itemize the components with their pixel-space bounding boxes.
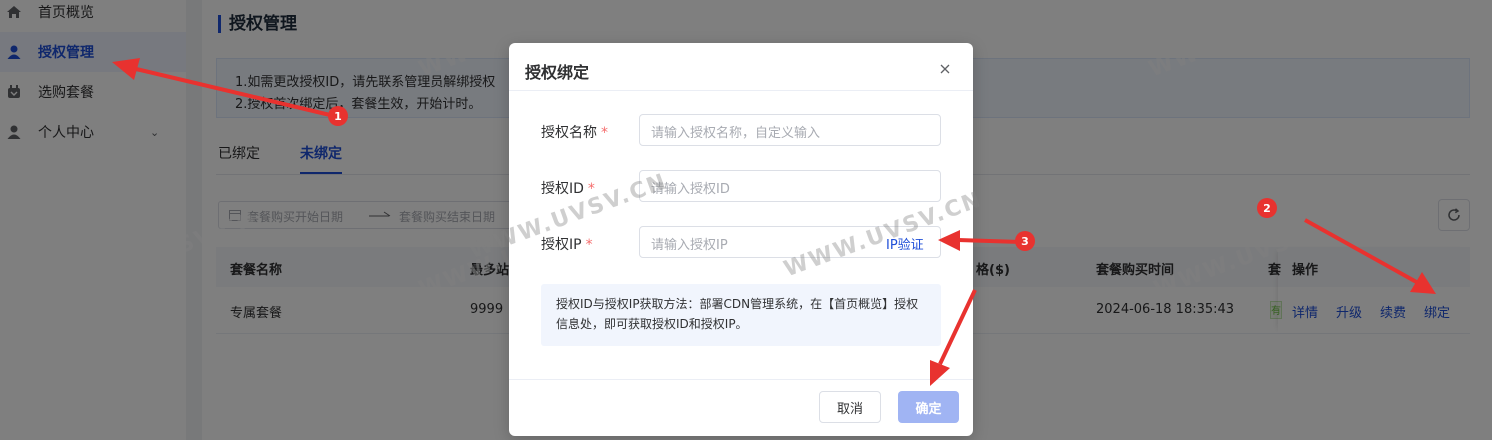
dialog-header-divider [509,90,973,91]
cancel-button[interactable]: 取消 [819,391,881,423]
field-label-text: 授权IP [541,237,582,253]
field-label-text: 授权ID [541,181,584,197]
field-label-license-name: 授权名称 * [541,122,635,142]
input-placeholder: 请输入授权名称，自定义输入 [651,126,821,141]
required-mark: * [587,181,595,197]
field-label-license-ip: 授权IP * [541,234,635,254]
annotation-marker-1: 1 [328,106,348,126]
dialog-title: 授权绑定 [525,63,590,82]
annotation-marker-3: 3 [1015,231,1035,251]
close-icon[interactable] [937,61,953,77]
annotation-marker-2: 2 [1257,198,1277,218]
required-mark: * [601,125,608,141]
confirm-button[interactable]: 确定 [898,391,959,423]
license-name-input[interactable]: 请输入授权名称，自定义输入 [639,114,941,146]
field-label-license-id: 授权ID * [541,178,635,198]
license-ip-input[interactable]: 请输入授权IP IP验证 [639,226,941,258]
required-mark: * [585,237,593,253]
ip-verify-button[interactable]: IP验证 [886,234,924,253]
input-placeholder: 请输入授权IP [651,238,728,253]
license-id-input[interactable]: 请输入授权ID [639,170,941,202]
help-text: 授权ID与授权IP获取方法：部署CDN管理系统，在【首页概览】授权信息处，即可获… [541,284,941,346]
dialog-footer-divider [509,379,973,380]
field-label-text: 授权名称 [541,125,597,141]
input-placeholder: 请输入授权ID [651,182,730,197]
bind-license-dialog: 授权绑定 授权名称 * 请输入授权名称，自定义输入 授权ID * 请输入授权ID 授… [509,43,973,436]
